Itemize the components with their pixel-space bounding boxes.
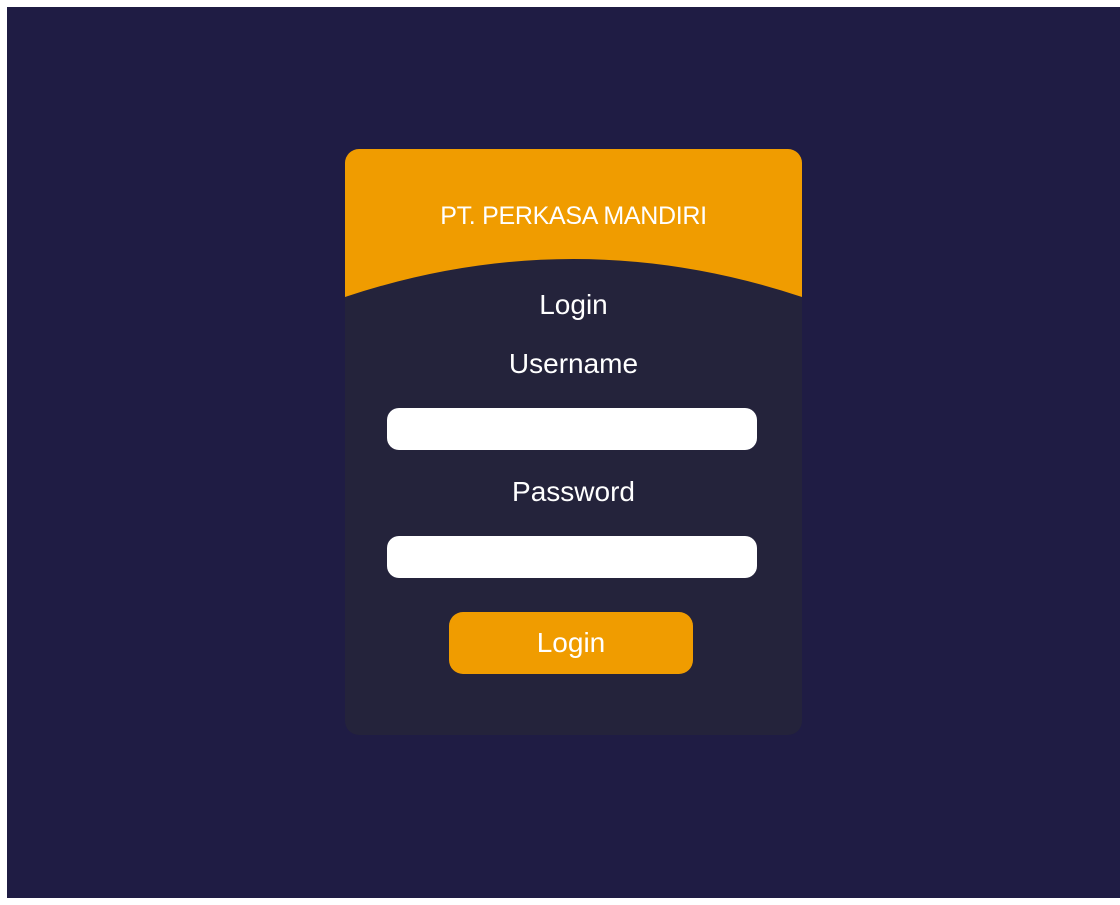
login-title: Login	[539, 289, 608, 320]
login-button[interactable]: Login	[449, 612, 693, 674]
company-name: PT. PERKASA MANDIRI	[440, 202, 707, 230]
username-label: Username	[508, 348, 639, 379]
username-input[interactable]	[387, 408, 757, 450]
password-input[interactable]	[387, 536, 757, 578]
password-label: Password	[512, 476, 635, 507]
login-card: PT. PERKASA MANDIRI Login Username Passw…	[345, 149, 802, 735]
card-header: PT. PERKASA MANDIRI	[345, 149, 802, 299]
